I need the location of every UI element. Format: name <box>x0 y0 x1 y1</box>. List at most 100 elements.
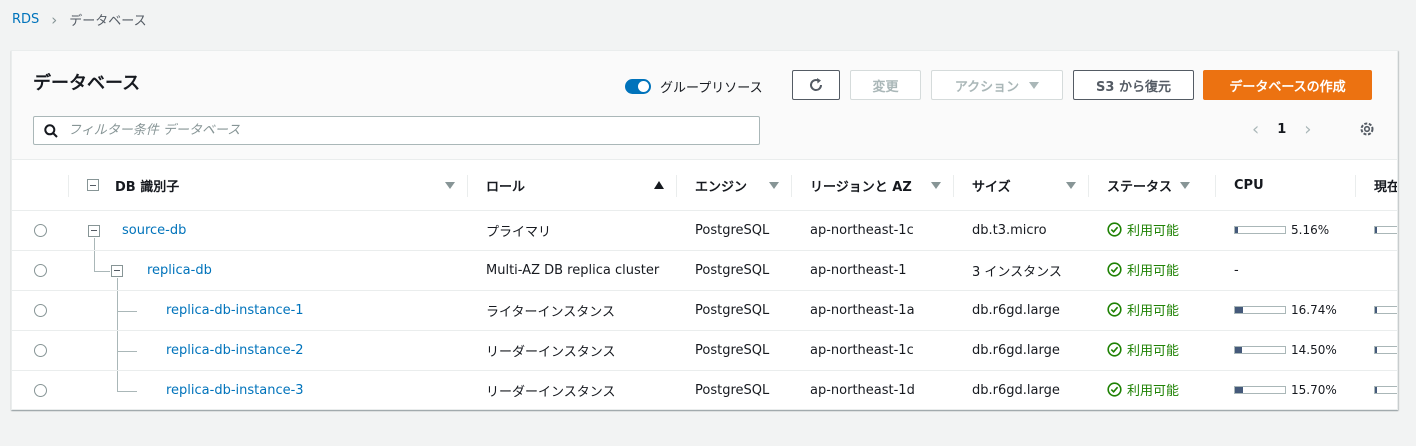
caret-down-icon <box>1029 81 1040 89</box>
col-db-id[interactable]: DB 識別子 <box>68 161 467 211</box>
size-cell: db.t3.micro <box>953 210 1088 251</box>
tree-line <box>94 250 95 271</box>
size-cell: db.r6gd.large <box>953 330 1088 371</box>
db-id-link[interactable]: source-db <box>122 223 186 238</box>
status-badge: 利用可能 <box>1107 220 1179 239</box>
actions-button[interactable]: アクション <box>931 70 1063 100</box>
toggle-switch[interactable] <box>625 79 651 94</box>
status-text: 利用可能 <box>1127 383 1180 399</box>
chevron-right-icon[interactable]: › <box>1304 119 1311 140</box>
db-id-link[interactable]: replica-db <box>147 263 212 278</box>
db-id-link[interactable]: replica-db-instance-3 <box>166 383 304 398</box>
current-cell <box>1355 330 1397 371</box>
toggle-knob <box>638 81 649 92</box>
tree-line <box>117 350 137 352</box>
group-resources-toggle[interactable]: グループリソース <box>625 77 763 96</box>
row-radio[interactable] <box>34 263 47 277</box>
col-role-label: ロール <box>486 179 526 195</box>
table-row[interactable]: replica-db-instance-3 リーダーインスタンス PostgreSQ… <box>12 370 1397 409</box>
status-text: 利用可能 <box>1127 263 1180 279</box>
col-engine[interactable]: エンジン <box>676 161 791 211</box>
sort-caret-icon <box>445 181 455 189</box>
role-cell: リーダーインスタンス <box>467 330 676 371</box>
breadcrumb: RDS › データベース <box>12 10 147 30</box>
modify-button[interactable]: 変更 <box>850 70 921 100</box>
table-row[interactable]: replica-db-instance-2 リーダーインスタンス PostgreSQ… <box>12 330 1397 371</box>
collapse-icon[interactable] <box>88 224 100 237</box>
region-cell: ap-northeast-1c <box>791 330 953 371</box>
col-region[interactable]: リージョンと AZ <box>791 161 953 211</box>
row-radio[interactable] <box>34 343 47 357</box>
db-id-link[interactable]: replica-db-instance-1 <box>166 303 304 318</box>
check-circle-icon <box>1107 221 1122 237</box>
current-bar <box>1374 225 1397 234</box>
current-bar <box>1374 345 1397 354</box>
col-size[interactable]: サイズ <box>953 161 1088 211</box>
col-current[interactable]: 現在 <box>1355 161 1397 211</box>
table-row[interactable]: replica-db Multi-AZ DB replica cluster Pos… <box>12 250 1397 291</box>
status-cell: 利用可能 <box>1088 370 1215 409</box>
engine-cell: PostgreSQL <box>676 290 791 331</box>
sort-caret-icon <box>1180 181 1191 189</box>
tree-line <box>94 237 95 249</box>
breadcrumb-current: データベース <box>69 14 147 29</box>
breadcrumb-rds-link[interactable]: RDS <box>12 12 39 27</box>
col-role[interactable]: ロール <box>467 161 676 211</box>
restore-from-s3-button[interactable]: S3 から復元 <box>1073 70 1194 100</box>
select-header <box>12 161 68 211</box>
cpu-bar <box>1234 305 1286 314</box>
cpu-cell: 14.50% <box>1215 330 1355 371</box>
col-region-label: リージョンと AZ <box>810 179 912 195</box>
pagination: ‹ 1 › <box>1252 119 1311 140</box>
collapse-icon[interactable] <box>111 264 123 277</box>
cpu-value: 15.70% <box>1291 382 1337 397</box>
sort-caret-icon <box>931 181 941 189</box>
cpu-cell: - <box>1215 250 1355 291</box>
size-cell: db.r6gd.large <box>953 290 1088 331</box>
row-radio[interactable] <box>34 303 47 317</box>
size-cell: db.r6gd.large <box>972 382 1060 398</box>
region-cell: ap-northeast-1c <box>791 210 953 251</box>
tree-line <box>117 277 118 289</box>
gear-icon[interactable] <box>1359 121 1375 141</box>
sort-caret-icon <box>769 181 779 189</box>
row-select-cell <box>12 370 68 409</box>
create-database-button[interactable]: データベースの作成 <box>1203 70 1372 100</box>
db-id-cell: source-db <box>68 210 467 251</box>
collapse-all-icon[interactable] <box>87 179 99 192</box>
refresh-button[interactable] <box>792 70 840 100</box>
role-cell: プライマリ <box>467 210 676 251</box>
region-cell: ap-northeast-1a <box>791 290 953 331</box>
db-id-cell: replica-db-instance-1 <box>68 290 467 331</box>
table-row[interactable]: source-db プライマリ PostgreSQL ap-northeast-1c d… <box>12 210 1397 251</box>
tree-line <box>117 390 137 392</box>
page-number[interactable]: 1 <box>1277 122 1286 137</box>
status-badge: 利用可能 <box>1107 300 1179 319</box>
status-cell: 利用可能 <box>1088 330 1215 371</box>
current-bar <box>1374 305 1397 314</box>
status-badge: 利用可能 <box>1107 340 1179 359</box>
status-cell: 利用可能 <box>1088 250 1215 291</box>
row-radio[interactable] <box>34 383 47 397</box>
col-status[interactable]: ステータス <box>1088 161 1215 211</box>
current-cell <box>1355 250 1397 291</box>
db-id-link[interactable]: replica-db-instance-2 <box>166 343 304 358</box>
search-field[interactable] <box>33 116 760 145</box>
current-cell <box>1355 210 1397 251</box>
col-cpu[interactable]: CPU <box>1215 161 1355 211</box>
engine-cell: PostgreSQL <box>676 330 791 371</box>
sort-caret-icon <box>1066 181 1076 189</box>
tree-line <box>117 310 137 312</box>
chevron-left-icon[interactable]: ‹ <box>1252 119 1259 140</box>
status-cell: 利用可能 <box>1088 290 1215 331</box>
cpu-value: 14.50% <box>1291 342 1337 357</box>
role-cell: リーダーインスタンス <box>486 384 616 400</box>
sort-ascending-icon <box>654 181 664 190</box>
region-cell: ap-northeast-1d <box>810 382 915 398</box>
search-input[interactable] <box>68 123 708 138</box>
table-row[interactable]: replica-db-instance-1 ライターインスタンス PostgreSQ… <box>12 290 1397 331</box>
page-title: データベース <box>33 73 141 94</box>
chevron-right-icon: › <box>51 10 58 29</box>
row-radio[interactable] <box>34 223 47 237</box>
current-bar-fill <box>1375 306 1377 313</box>
